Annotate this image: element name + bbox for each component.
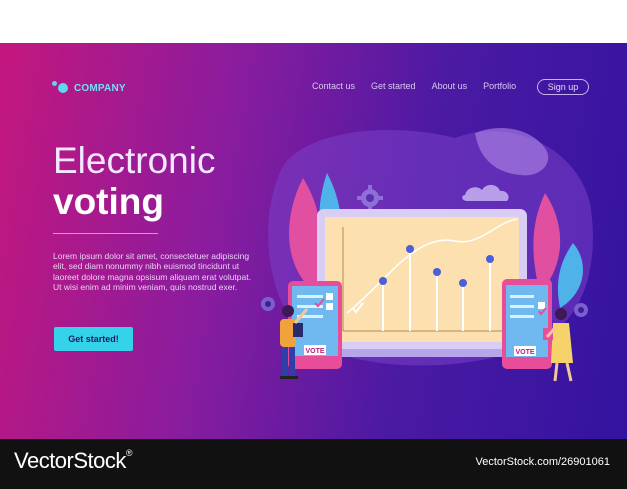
voting-illustration: VOTE VOTE — [261, 128, 593, 382]
logo-text: COMPANY — [74, 82, 126, 94]
vectorstock-id: VectorStock.com/26901061 — [475, 456, 610, 468]
logo-icon — [52, 81, 70, 95]
hero-title-line1: Electronic — [53, 140, 216, 181]
vote-label-left: VOTE — [305, 348, 324, 355]
title-divider — [53, 233, 158, 234]
nav-portfolio[interactable]: Portfolio — [483, 81, 516, 91]
vote-label-right: VOTE — [515, 349, 534, 356]
nav-get-started[interactable]: Get started — [371, 81, 416, 91]
vectorstock-logo: VectorStock® — [14, 448, 133, 473]
hero-description: Lorem ipsum dolor sit amet, consectetuer… — [53, 251, 251, 293]
hero-banner: COMPANY Contact us Get started About us … — [0, 43, 627, 439]
signup-button[interactable]: Sign up — [537, 79, 589, 95]
nav-about-us[interactable]: About us — [432, 81, 468, 91]
phone-icon: VOTE — [502, 279, 552, 369]
top-nav: Contact us Get started About us Portfoli… — [312, 81, 532, 91]
nav-contact-us[interactable]: Contact us — [312, 81, 355, 91]
company-logo[interactable]: COMPANY — [52, 81, 126, 95]
get-started-button[interactable]: Get started! — [54, 327, 133, 351]
hero-title-line2: voting — [53, 181, 164, 222]
